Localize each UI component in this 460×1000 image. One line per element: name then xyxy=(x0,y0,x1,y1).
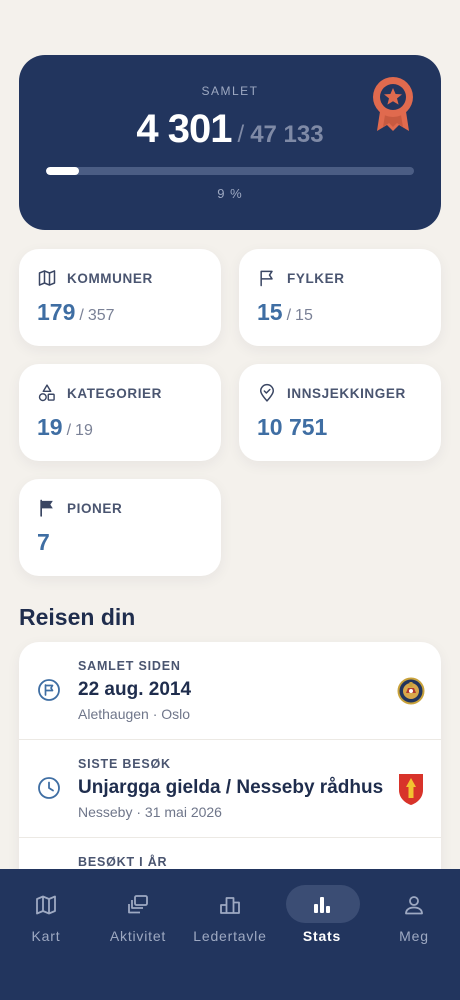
stat-separator: / xyxy=(66,422,72,439)
summary-progress-bar xyxy=(46,167,414,175)
stat-title: FYLKER xyxy=(287,270,345,286)
nesseby-coat-of-arms xyxy=(399,774,423,805)
journey-item-label: BESØKT I ÅR xyxy=(78,855,168,869)
person-icon xyxy=(405,896,423,915)
map-icon xyxy=(36,895,56,915)
nav-item-stats[interactable]: Stats xyxy=(276,869,368,1000)
stat-value: 179 xyxy=(37,299,76,325)
nav-label: Kart xyxy=(31,928,61,944)
nav-item-kart[interactable]: Kart xyxy=(0,869,92,1000)
journey-item-siste-besok[interactable]: SISTE BESØK Unjargga gielda / Nesseby rå… xyxy=(19,740,441,838)
summary-progress-fill xyxy=(46,167,80,175)
summary-value: 4 301 xyxy=(136,107,232,151)
journey-item-title: Unjargga gielda / Nesseby rådhus xyxy=(78,777,384,798)
stat-value: 7 xyxy=(37,529,50,555)
stat-card-kategorier[interactable]: KATEGORIER 19 / 19 xyxy=(19,364,221,461)
bar-chart-icon xyxy=(314,897,330,913)
journey-item-subtitle: Nesseby · 31 mai 2026 xyxy=(78,804,222,820)
journey-section-title: Reisen din xyxy=(19,604,136,630)
summary-separator: / xyxy=(237,121,245,148)
stat-card-innsjekkinger[interactable]: INNSJEKKINGER 10 751 xyxy=(239,364,441,461)
stats-screen: SAMLET 4 301 / 47 133 9 % KOMMUNER 179 / xyxy=(0,0,460,1000)
journey-item-label: SISTE BESØK xyxy=(78,757,171,771)
journey-item-title: 22 aug. 2014 xyxy=(78,679,192,700)
pioneer-flag-icon xyxy=(40,499,53,517)
summary-card: SAMLET 4 301 / 47 133 9 % xyxy=(19,55,441,230)
stat-separator: / xyxy=(286,307,292,324)
stat-value: 19 xyxy=(37,414,63,440)
stat-card-fylker[interactable]: FYLKER 15 / 15 xyxy=(239,249,441,346)
award-ribbon-icon[interactable] xyxy=(369,75,417,135)
bottom-navigation: Kart Aktivitet Ledertavle Stats Meg xyxy=(0,869,460,1000)
activity-stack-icon xyxy=(128,895,148,914)
stat-title: KOMMUNER xyxy=(67,270,153,286)
nav-item-meg[interactable]: Meg xyxy=(368,869,460,1000)
journey-item-label: SAMLET SIDEN xyxy=(78,659,181,673)
nav-label: Meg xyxy=(399,928,429,944)
nav-label: Stats xyxy=(302,928,342,944)
stat-card-pioner[interactable]: PIONER 7 xyxy=(19,479,221,576)
oslo-coat-of-arms xyxy=(397,677,425,705)
location-check-icon xyxy=(260,383,274,402)
journey-item-samlet-siden[interactable]: SAMLET SIDEN 22 aug. 2014 Alethaugen · O… xyxy=(19,642,441,740)
map-icon xyxy=(38,270,56,286)
stat-total: 19 xyxy=(75,422,93,439)
stat-title: INNSJEKKINGER xyxy=(287,385,406,401)
stat-card-kommuner[interactable]: KOMMUNER 179 / 357 xyxy=(19,249,221,346)
stat-total: 357 xyxy=(87,307,115,324)
summary-total: 47 133 xyxy=(250,121,324,148)
nav-item-aktivitet[interactable]: Aktivitet xyxy=(92,869,184,1000)
stat-value: 15 xyxy=(257,299,283,325)
stat-title: PIONER xyxy=(67,500,123,516)
summary-percent: 9 % xyxy=(217,186,243,201)
start-flag-icon xyxy=(38,679,60,701)
nav-item-ledertavle[interactable]: Ledertavle xyxy=(184,869,276,1000)
nav-label: Ledertavle xyxy=(193,928,267,944)
stat-separator: / xyxy=(79,307,84,324)
stat-title: KATEGORIER xyxy=(67,385,163,401)
stat-total: 15 xyxy=(295,307,313,324)
nav-label: Aktivitet xyxy=(109,928,167,944)
journey-item-subtitle: Alethaugen · Oslo xyxy=(78,706,191,722)
stat-value: 10 751 xyxy=(257,414,328,440)
clock-icon xyxy=(38,777,60,799)
podium-icon xyxy=(220,897,240,914)
flag-icon xyxy=(260,270,273,287)
shapes-icon xyxy=(38,384,55,402)
